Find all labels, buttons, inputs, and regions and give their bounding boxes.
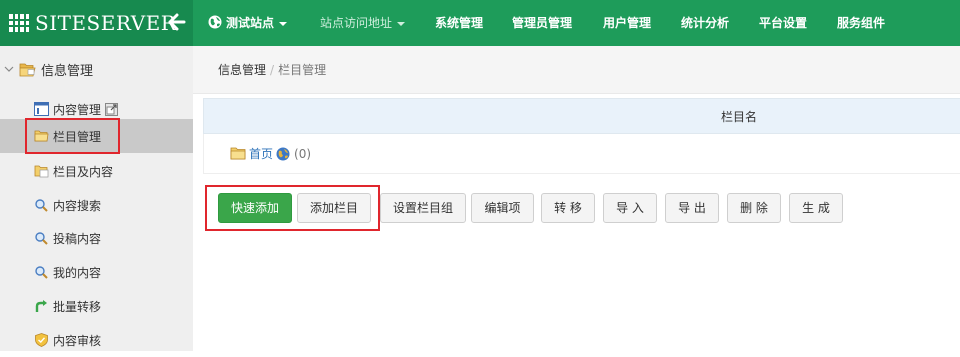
magnifier-icon	[35, 266, 48, 279]
content-count: (0)	[294, 146, 312, 161]
nav-site-url-label: 站点访问地址	[320, 16, 393, 30]
table-row: 首页 (0)	[203, 134, 960, 174]
nav-statistics[interactable]: 统计分析	[681, 0, 729, 46]
sidebar-item-channels-and-content[interactable]: 栏目及内容	[0, 154, 193, 188]
column-header-channel-name: 栏目名	[720, 110, 757, 124]
sidebar-item-label: 内容搜索	[53, 198, 102, 213]
content-list-icon	[34, 102, 49, 116]
sidebar-item-label: 栏目及内容	[53, 164, 114, 179]
grid-logo-icon	[9, 14, 29, 32]
nav-site-url[interactable]: 站点访问地址	[320, 0, 406, 46]
chevron-down-icon	[279, 21, 288, 26]
nav-site-selector[interactable]: 测试站点	[208, 0, 288, 46]
sidebar-item-submitted-content[interactable]: 投稿内容	[0, 221, 193, 255]
sidebar-root-info-management[interactable]: 信息管理	[0, 46, 193, 92]
arrow-left-icon[interactable]	[168, 12, 186, 32]
chevron-down-icon	[397, 21, 406, 26]
sidebar-root-label: 信息管理	[41, 63, 94, 79]
external-link-icon[interactable]	[105, 102, 119, 116]
top-navbar: SITESERVER 测试站点 站点访问地址 系统管理 管理员管理 用户管理 统…	[0, 0, 960, 46]
channel-table-header: 栏目名	[203, 98, 960, 134]
chevron-down-icon	[4, 66, 14, 72]
channel-link-home[interactable]: 首页	[249, 145, 273, 162]
sidebar-item-label: 栏目管理	[53, 129, 102, 144]
sidebar-item-label: 投稿内容	[53, 231, 102, 246]
generate-button[interactable]: 生 成	[789, 193, 843, 223]
sidebar-item-label: 内容审核	[53, 333, 102, 348]
breadcrumb-separator: /	[270, 63, 275, 77]
folder-open-icon	[19, 63, 36, 77]
shield-icon	[35, 333, 48, 347]
sidebar-item-channel-management[interactable]: 栏目管理	[0, 119, 193, 153]
sidebar-item-label: 我的内容	[53, 265, 102, 280]
sidebar-item-content-review[interactable]: 内容审核	[0, 323, 193, 357]
sidebar-item-batch-transfer[interactable]: 批量转移	[0, 289, 193, 323]
quick-add-button[interactable]: 快速添加	[218, 193, 292, 223]
breadcrumb: 信息管理 / 栏目管理	[193, 46, 960, 94]
brand-name: SITESERVER	[35, 11, 177, 35]
globe-icon	[208, 15, 222, 29]
sidebar-item-my-content[interactable]: 我的内容	[0, 255, 193, 289]
magnifier-icon	[35, 232, 48, 245]
nav-service-components[interactable]: 服务组件	[837, 0, 885, 46]
globe-icon[interactable]	[276, 147, 290, 161]
breadcrumb-current: 栏目管理	[278, 63, 327, 77]
breadcrumb-parent[interactable]: 信息管理	[218, 63, 266, 77]
sidebar-item-label: 批量转移	[53, 299, 102, 314]
nav-system-management[interactable]: 系统管理	[435, 0, 483, 46]
brand-logo[interactable]: SITESERVER	[0, 0, 193, 46]
sidebar-item-label: 内容管理	[53, 102, 102, 117]
green-arrow-icon	[35, 300, 47, 312]
nav-platform-settings[interactable]: 平台设置	[759, 0, 807, 46]
folder-content-icon	[34, 165, 49, 178]
nav-site-selector-label: 测试站点	[226, 16, 275, 30]
delete-button[interactable]: 删 除	[727, 193, 781, 223]
import-button[interactable]: 导 入	[603, 193, 657, 223]
folder-icon	[34, 130, 49, 142]
sidebar: 信息管理 内容管理 栏目管理 栏目及内容 内容搜索 投稿内容 我的内容 批量转移…	[0, 46, 193, 351]
nav-admin-management[interactable]: 管理员管理	[512, 0, 572, 46]
add-channel-button[interactable]: 添加栏目	[297, 193, 371, 223]
folder-icon	[230, 147, 246, 160]
transfer-button[interactable]: 转 移	[541, 193, 595, 223]
edit-items-button[interactable]: 编辑项	[471, 193, 534, 223]
nav-user-management[interactable]: 用户管理	[603, 0, 651, 46]
sidebar-item-content-search[interactable]: 内容搜索	[0, 188, 193, 222]
set-channel-group-button[interactable]: 设置栏目组	[380, 193, 466, 223]
magnifier-icon	[35, 199, 48, 212]
export-button[interactable]: 导 出	[665, 193, 719, 223]
